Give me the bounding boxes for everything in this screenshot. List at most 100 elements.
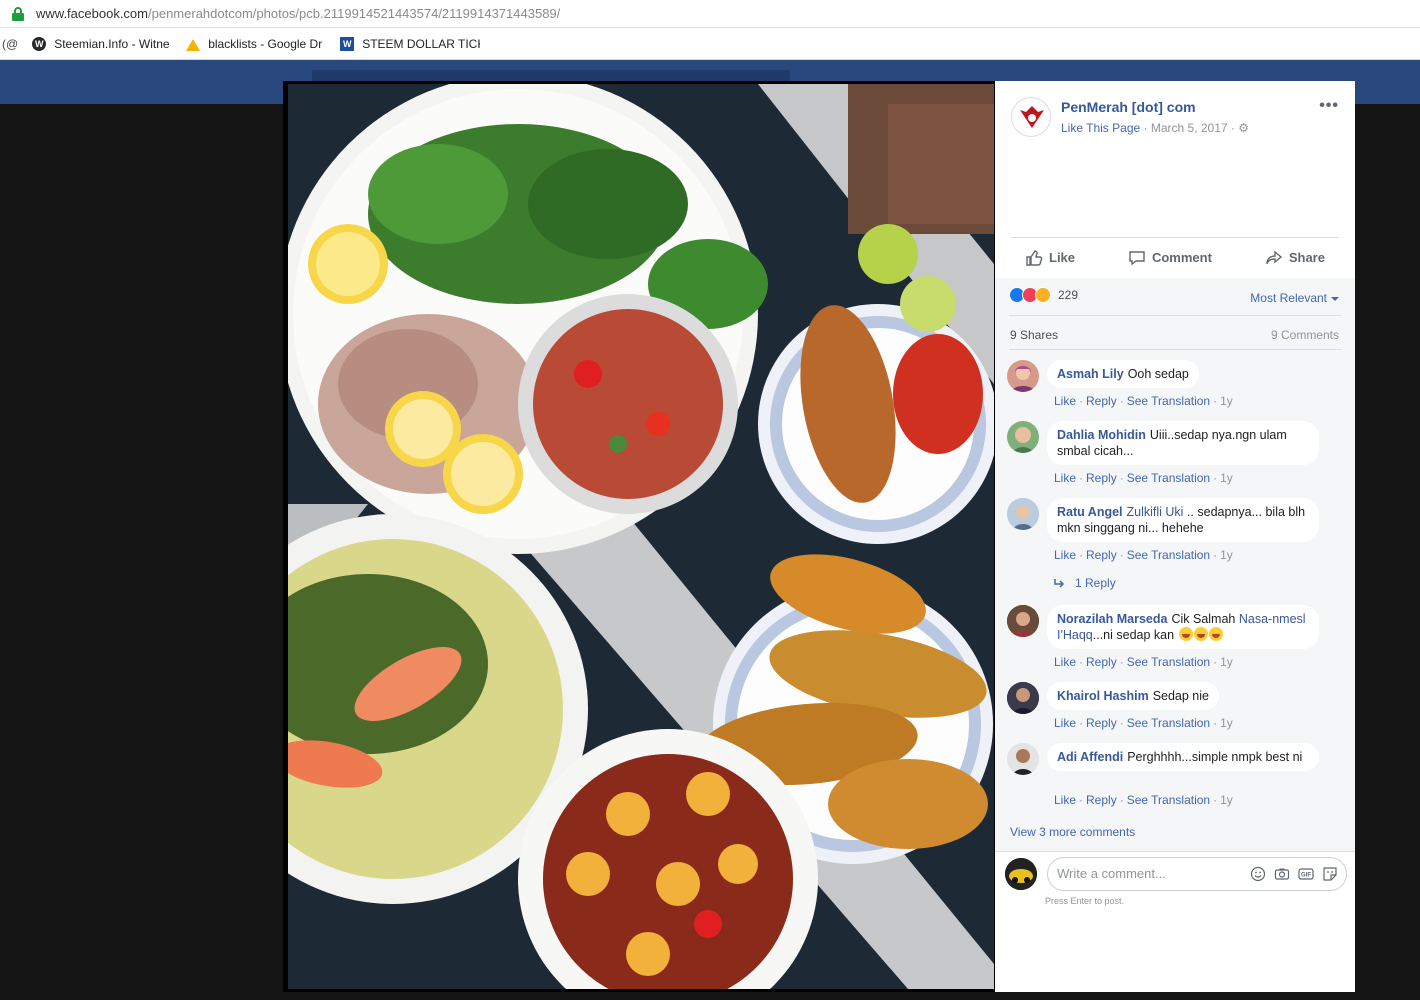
comment-time[interactable]: 1y (1220, 716, 1233, 730)
bookmark-steemian[interactable]: W Steemian.Info - Witne (32, 36, 172, 51)
avatar[interactable] (1007, 605, 1039, 637)
shares-count[interactable]: 9 Shares (1010, 328, 1058, 342)
comment-like-link[interactable]: Like (1054, 716, 1076, 730)
avatar[interactable] (1007, 743, 1039, 775)
comment-input[interactable] (1057, 866, 1237, 881)
see-translation-link[interactable]: See Translation (1127, 394, 1210, 408)
avatar[interactable] (1007, 682, 1039, 714)
commenter-name[interactable]: Asmah Lily (1057, 367, 1124, 381)
mention-link[interactable]: Zulkifli Uki (1127, 505, 1184, 519)
comment-reply-link[interactable]: Reply (1086, 793, 1117, 807)
photo-viewer[interactable] (283, 81, 995, 992)
comment-text: ...ni sedap kan (1092, 628, 1175, 642)
comment-bubble: Norazilah Marseda Cik Salmah Nasa-nmesl I… (1047, 605, 1319, 649)
view-replies-link[interactable]: 1 Reply (1053, 576, 1116, 590)
comment-text: Ooh sedap (1127, 367, 1189, 381)
url-text[interactable]: www.facebook.com/penmerahdotcom/photos/p… (36, 6, 560, 21)
bookmark-steem-dollar[interactable]: W STEEM DOLLAR TICKE (340, 36, 480, 51)
thumbs-up-icon (1026, 249, 1043, 266)
like-button[interactable]: Like (1025, 249, 1075, 267)
food-photo[interactable] (288, 84, 994, 989)
comment-text-prefix: Cik Salmah (1171, 612, 1236, 626)
reactions-summary[interactable]: 229 (1009, 287, 1078, 303)
comment-like-link[interactable]: Like (1054, 394, 1076, 408)
divider (1009, 349, 1341, 350)
meta-separator: · (1143, 121, 1151, 135)
comment-like-link[interactable]: Like (1054, 655, 1076, 669)
camera-icon[interactable] (1274, 866, 1290, 882)
like-page-link[interactable]: Like This Page (1061, 121, 1140, 135)
wordpress-icon: W (32, 36, 47, 51)
emoji-icon[interactable] (1250, 866, 1266, 882)
avatar[interactable] (1007, 498, 1039, 530)
comment-actions: Like · Reply · See Translation · 1y (1054, 793, 1233, 807)
post-date[interactable]: March 5, 2017 (1151, 121, 1228, 135)
my-avatar[interactable] (1005, 858, 1037, 890)
wow-reaction-icon (1035, 287, 1051, 303)
more-options-icon[interactable]: ••• (1319, 97, 1339, 115)
grinning-emoji-icon (1193, 627, 1208, 641)
comment-actions: Like · Reply · See Translation · 1y (1054, 471, 1233, 485)
comment-bubble: Ratu Angel Zulkifli Uki .. sedapnya... bi… (1047, 498, 1319, 542)
bookmark-blacklists[interactable]: blacklists - Google Dr (186, 37, 326, 51)
comment-bubble: Dahlia Mohidin Uiii..sedap nya.ngn ulam s… (1047, 421, 1319, 465)
comments-count[interactable]: 9 Comments (1271, 328, 1339, 342)
divider (1009, 315, 1341, 316)
avatar[interactable] (1007, 360, 1039, 392)
page-logo-icon (1020, 106, 1044, 128)
sort-dropdown[interactable]: Most Relevant (1250, 291, 1339, 305)
commenter-name[interactable]: Adi Affendi (1057, 750, 1123, 764)
bookmark-partial[interactable]: (@ (2, 37, 18, 51)
view-more-comments-link[interactable]: View 3 more comments (1010, 825, 1135, 839)
comment-reply-link[interactable]: Reply (1086, 394, 1117, 408)
address-bar[interactable]: www.facebook.com/penmerahdotcom/photos/p… (0, 0, 1420, 28)
comment-time[interactable]: 1y (1220, 394, 1233, 408)
comment-button[interactable]: Comment (1128, 249, 1212, 267)
avatar[interactable] (1007, 421, 1039, 453)
share-button[interactable]: Share (1265, 249, 1325, 267)
page-avatar[interactable] (1011, 97, 1051, 137)
comment-time[interactable]: 1y (1220, 548, 1233, 562)
comment-like-link[interactable]: Like (1054, 548, 1076, 562)
post-actions: Like Comment Share (1011, 237, 1339, 277)
see-translation-link[interactable]: See Translation (1127, 655, 1210, 669)
reply-arrow-icon (1054, 579, 1065, 588)
composer-icons: GIF (1242, 866, 1338, 882)
comment-reply-link[interactable]: Reply (1086, 548, 1117, 562)
gear-icon: ⚙ (1238, 121, 1250, 135)
post-header: PenMerah [dot] com Like This Page · Marc… (1011, 97, 1341, 147)
svg-text:GIF: GIF (1301, 873, 1311, 879)
comment-reply-link[interactable]: Reply (1086, 716, 1117, 730)
comment-time[interactable]: 1y (1220, 655, 1233, 669)
comment-actions: Like · Reply · See Translation · 1y (1054, 655, 1233, 669)
see-translation-link[interactable]: See Translation (1127, 793, 1210, 807)
lock-icon (12, 6, 24, 21)
comment-time[interactable]: 1y (1220, 793, 1233, 807)
comment-text: Perghhhh...simple nmpk best ni (1127, 750, 1303, 764)
commenter-name[interactable]: Ratu Angel (1057, 505, 1123, 519)
press-enter-hint: Press Enter to post. (1045, 896, 1125, 906)
post-sidebar: PenMerah [dot] com Like This Page · Marc… (995, 81, 1355, 992)
comment-actions: Like · Reply · See Translation · 1y (1054, 394, 1233, 408)
comment-bubble: Khairol Hashim Sedap nie (1047, 682, 1219, 710)
google-drive-icon (186, 37, 201, 51)
comment-input-box[interactable]: GIF (1047, 857, 1347, 891)
commenter-name[interactable]: Norazilah Marseda (1057, 612, 1167, 626)
comment-reply-link[interactable]: Reply (1086, 655, 1117, 669)
comment-reply-link[interactable]: Reply (1086, 471, 1117, 485)
gif-icon[interactable]: GIF (1298, 866, 1314, 882)
comment-time[interactable]: 1y (1220, 471, 1233, 485)
comment-text: Sedap nie (1152, 689, 1209, 703)
sticker-icon[interactable] (1322, 866, 1338, 882)
comment-like-link[interactable]: Like (1054, 471, 1076, 485)
see-translation-link[interactable]: See Translation (1127, 716, 1210, 730)
comment-actions: Like · Reply · See Translation · 1y (1054, 716, 1233, 730)
comment-like-link[interactable]: Like (1054, 793, 1076, 807)
commenter-name[interactable]: Dahlia Mohidin (1057, 428, 1146, 442)
see-translation-link[interactable]: See Translation (1127, 548, 1210, 562)
see-translation-link[interactable]: See Translation (1127, 471, 1210, 485)
page-name[interactable]: PenMerah [dot] com (1061, 99, 1196, 115)
commenter-name[interactable]: Khairol Hashim (1057, 689, 1149, 703)
grinning-emoji-icon (1208, 627, 1223, 641)
post-meta: Like This Page · March 5, 2017 · ⚙ (1061, 121, 1249, 135)
